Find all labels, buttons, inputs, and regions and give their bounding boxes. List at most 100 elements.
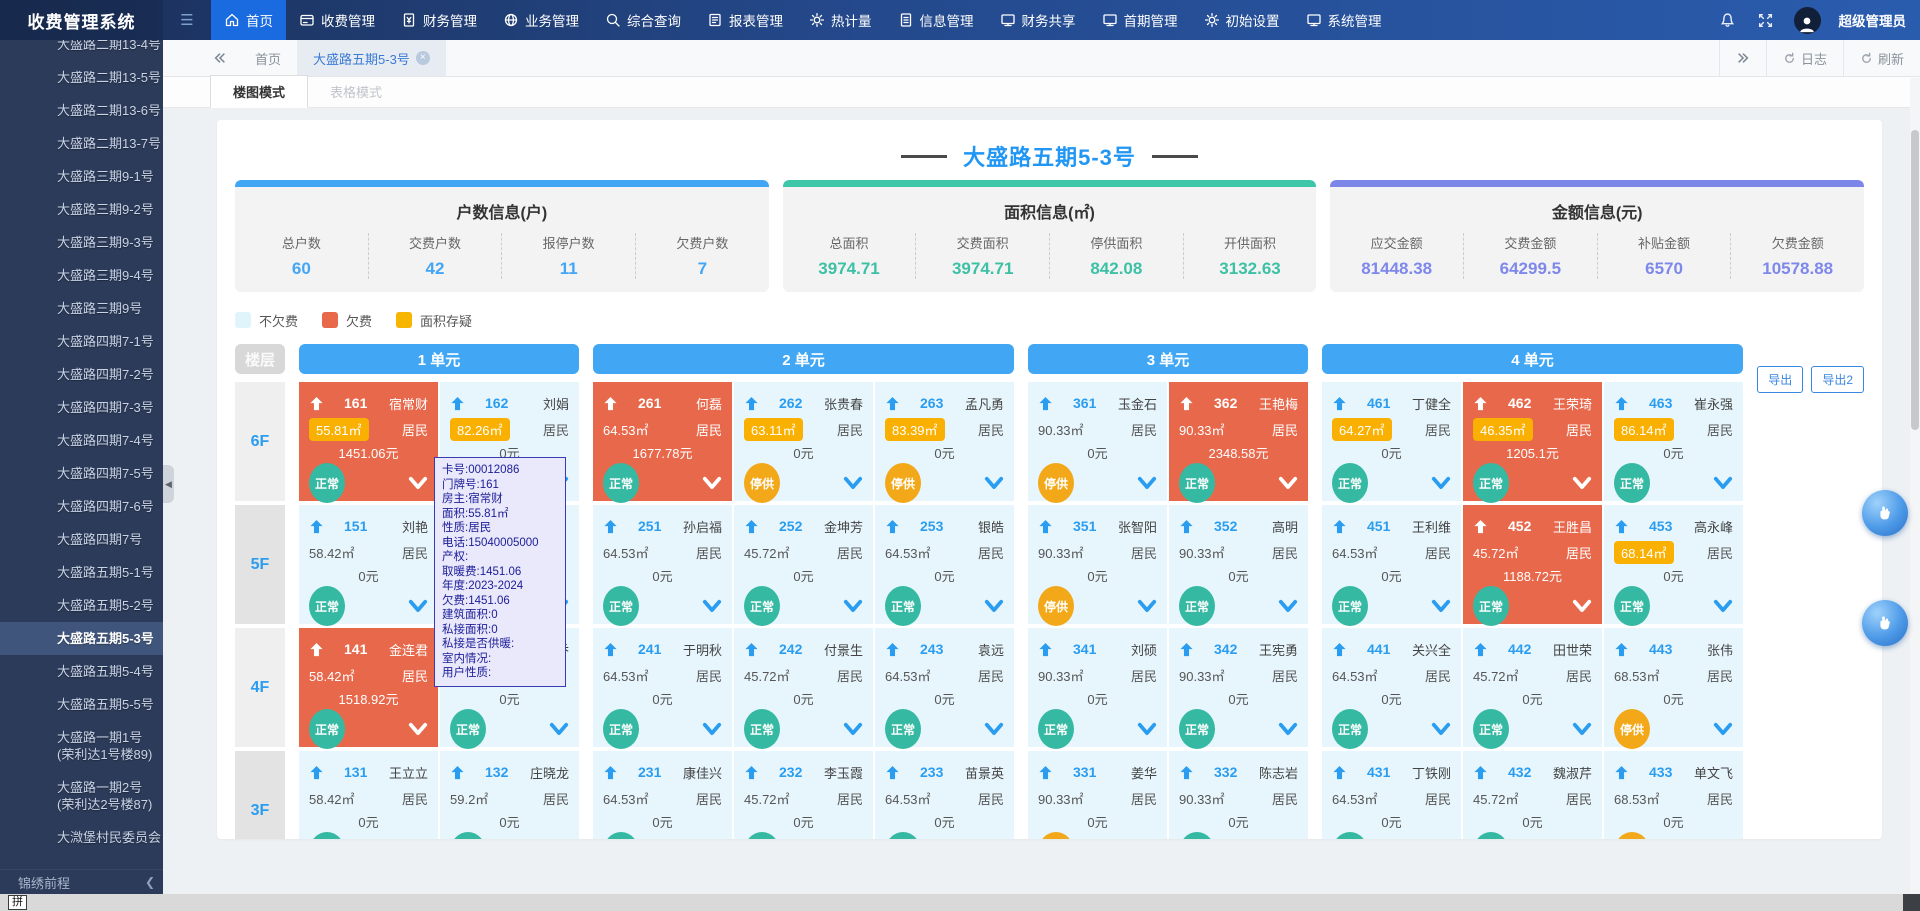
nav-item-1[interactable]: 首页 bbox=[211, 0, 286, 40]
unit-cell-463[interactable]: 463崔永强86.14㎡居民0元正常 bbox=[1604, 382, 1743, 501]
nav-item-9[interactable]: 财务共享 bbox=[987, 0, 1089, 40]
chevron-down-icon[interactable] bbox=[1137, 476, 1157, 492]
nav-item-12[interactable]: 系统管理 bbox=[1293, 0, 1395, 40]
chevron-down-icon[interactable] bbox=[408, 476, 428, 492]
sidebar-item-18[interactable]: 大盛路五期5-2号 bbox=[0, 589, 163, 622]
unit-cell-141[interactable]: 141金连君58.42㎡居民1518.92元正常 bbox=[299, 628, 438, 747]
sidebar-item-1[interactable]: 大盛路二期13-4号 bbox=[0, 40, 163, 61]
unit-cell-151[interactable]: 151刘艳58.42㎡居民0元正常 bbox=[299, 505, 438, 624]
sidebar-collapse-handle[interactable]: ◀ bbox=[163, 465, 174, 503]
mode-tab-1[interactable]: 楼图模式 bbox=[210, 75, 308, 108]
sidebar-item-3[interactable]: 大盛路二期13-6号 bbox=[0, 94, 163, 127]
unit-cell-441[interactable]: 441关兴全64.53㎡居民0元正常 bbox=[1322, 628, 1461, 747]
sidebar-item-5[interactable]: 大盛路三期9-1号 bbox=[0, 160, 163, 193]
chevron-down-icon[interactable] bbox=[1431, 599, 1451, 615]
chevron-down-icon[interactable] bbox=[1137, 599, 1157, 615]
chevron-down-icon[interactable] bbox=[984, 599, 1004, 615]
unit-cell-232[interactable]: 232李玉霞45.72㎡居民0元正常 bbox=[734, 751, 873, 839]
hamburger-menu-icon[interactable]: ☰ bbox=[163, 0, 211, 40]
unit-cell-452[interactable]: 452王胜昌45.72㎡居民1188.72元正常 bbox=[1463, 505, 1602, 624]
unit-cell-162[interactable]: 162刘娟82.26㎡居民0元 bbox=[440, 382, 579, 501]
unit-cell-462[interactable]: 462王荣琦46.35㎡居民1205.1元正常 bbox=[1463, 382, 1602, 501]
chevron-down-icon[interactable] bbox=[1713, 722, 1733, 738]
unit-cell-242[interactable]: 242付景生45.72㎡居民0元正常 bbox=[734, 628, 873, 747]
sidebar-item-21[interactable]: 大盛路五期5-5号 bbox=[0, 688, 163, 721]
chevron-down-icon[interactable] bbox=[549, 599, 569, 615]
unit-cell-352[interactable]: 352高明90.33㎡居民0元正常 bbox=[1169, 505, 1308, 624]
unit-cell-361[interactable]: 361玉金石90.33㎡居民0元停供 bbox=[1028, 382, 1167, 501]
chevron-down-icon[interactable] bbox=[702, 599, 722, 615]
chevron-down-icon[interactable] bbox=[843, 476, 863, 492]
unit-cell-453[interactable]: 453高永峰68.14㎡居民0元正常 bbox=[1604, 505, 1743, 624]
main-scrollbar-thumb[interactable] bbox=[1911, 130, 1919, 430]
sidebar-item-2[interactable]: 大盛路二期13-5号 bbox=[0, 61, 163, 94]
sidebar-item-10[interactable]: 大盛路四期7-1号 bbox=[0, 325, 163, 358]
chevron-down-icon[interactable] bbox=[1572, 599, 1592, 615]
sidebar-item-7[interactable]: 大盛路三期9-3号 bbox=[0, 226, 163, 259]
sidebar-item-20[interactable]: 大盛路五期5-4号 bbox=[0, 655, 163, 688]
unit-cell-432[interactable]: 432魏淑芹45.72㎡居民0元正常 bbox=[1463, 751, 1602, 839]
unit-cell-252[interactable]: 252金坤芳45.72㎡居民0元正常 bbox=[734, 505, 873, 624]
chevron-down-icon[interactable] bbox=[1431, 476, 1451, 492]
unit-cell-263[interactable]: 263孟凡勇83.39㎡居民0元停供 bbox=[875, 382, 1014, 501]
sidebar-item-17[interactable]: 大盛路五期5-1号 bbox=[0, 556, 163, 589]
unit-cell-362[interactable]: 362王艳梅90.33㎡居民2348.58元正常 bbox=[1169, 382, 1308, 501]
unit-cell-hidden[interactable]: 乔0元正常 bbox=[440, 628, 579, 747]
sidebar-collapse-icon[interactable]: ❮ bbox=[145, 875, 155, 889]
floating-hand-button-2[interactable] bbox=[1862, 600, 1908, 646]
unit-cell-341[interactable]: 341刘硕90.33㎡居民0元正常 bbox=[1028, 628, 1167, 747]
unit-cell-451[interactable]: 451王利维64.53㎡居民0元正常 bbox=[1322, 505, 1461, 624]
nav-item-10[interactable]: 首期管理 bbox=[1089, 0, 1191, 40]
sidebar-item-4[interactable]: 大盛路二期13-7号 bbox=[0, 127, 163, 160]
chevron-down-icon[interactable] bbox=[408, 599, 428, 615]
unit-cell-351[interactable]: 351张智阳90.33㎡居民0元停供 bbox=[1028, 505, 1167, 624]
nav-item-11[interactable]: 初始设置 bbox=[1191, 0, 1293, 40]
sidebar-item-8[interactable]: 大盛路三期9-4号 bbox=[0, 259, 163, 292]
tab-close-icon[interactable]: × bbox=[416, 51, 430, 65]
sidebar-item-23[interactable]: 大盛路一期2号 (荣利达2号楼87) bbox=[0, 771, 163, 821]
unit-cell-342[interactable]: 342王宪勇90.33㎡居民0元正常 bbox=[1169, 628, 1308, 747]
nav-item-5[interactable]: 综合查询 bbox=[592, 0, 694, 40]
sidebar-item-6[interactable]: 大盛路三期9-2号 bbox=[0, 193, 163, 226]
unit-cell-253[interactable]: 253银皓64.53㎡居民0元正常 bbox=[875, 505, 1014, 624]
tabs-scroll-left-icon[interactable] bbox=[201, 40, 239, 76]
nav-item-6[interactable]: 报表管理 bbox=[694, 0, 796, 40]
sidebar-item-12[interactable]: 大盛路四期7-3号 bbox=[0, 391, 163, 424]
unit-cell-233[interactable]: 233苗景英64.53㎡居民0元正常 bbox=[875, 751, 1014, 839]
unit-cell-251[interactable]: 251孙启福64.53㎡居民0元正常 bbox=[593, 505, 732, 624]
unit-cell-332[interactable]: 332陈志岩90.33㎡居民0元正常 bbox=[1169, 751, 1308, 839]
nav-item-7[interactable]: 热计量 bbox=[796, 0, 885, 40]
unit-cell-132[interactable]: 132庄晓龙59.2㎡居民0元正常 bbox=[440, 751, 579, 839]
unit-cell-243[interactable]: 243袁远64.53㎡居民0元正常 bbox=[875, 628, 1014, 747]
chevron-down-icon[interactable] bbox=[408, 722, 428, 738]
unit-cell-262[interactable]: 262张贵春63.11㎡居民0元停供 bbox=[734, 382, 873, 501]
unit-cell-442[interactable]: 442田世荣45.72㎡居民0元正常 bbox=[1463, 628, 1602, 747]
floating-hand-button-1[interactable] bbox=[1862, 490, 1908, 536]
sidebar-item-16[interactable]: 大盛路四期7号 bbox=[0, 523, 163, 556]
tab-action-log[interactable]: 日志 bbox=[1766, 40, 1843, 76]
chevron-down-icon[interactable] bbox=[1278, 722, 1298, 738]
nav-item-3[interactable]: 财务管理 bbox=[388, 0, 490, 40]
page-tab-1[interactable]: 首页 bbox=[239, 40, 297, 76]
chevron-down-icon[interactable] bbox=[1278, 476, 1298, 492]
chevron-down-icon[interactable] bbox=[1137, 722, 1157, 738]
chevron-down-icon[interactable] bbox=[549, 476, 569, 492]
sidebar-item-13[interactable]: 大盛路四期7-4号 bbox=[0, 424, 163, 457]
unit-cell-443[interactable]: 443张伟68.53㎡居民0元停供 bbox=[1604, 628, 1743, 747]
nav-item-8[interactable]: 信息管理 bbox=[885, 0, 987, 40]
tabs-scroll-right-icon[interactable] bbox=[1719, 40, 1766, 76]
chevron-down-icon[interactable] bbox=[549, 722, 569, 738]
unit-cell-131[interactable]: 131王立立58.42㎡居民0元正常 bbox=[299, 751, 438, 839]
sidebar-item-14[interactable]: 大盛路四期7-5号 bbox=[0, 457, 163, 490]
nav-item-4[interactable]: 业务管理 bbox=[490, 0, 592, 40]
user-avatar[interactable] bbox=[1794, 7, 1821, 34]
unit-cell-261[interactable]: 261何磊64.53㎡居民1677.78元正常 bbox=[593, 382, 732, 501]
sidebar-item-11[interactable]: 大盛路四期7-2号 bbox=[0, 358, 163, 391]
unit-cell-241[interactable]: 241于明秋64.53㎡居民0元正常 bbox=[593, 628, 732, 747]
unit-cell-hidden[interactable] bbox=[440, 505, 579, 624]
chevron-down-icon[interactable] bbox=[1572, 476, 1592, 492]
sidebar-item-15[interactable]: 大盛路四期7-6号 bbox=[0, 490, 163, 523]
tab-action-refresh[interactable]: 刷新 bbox=[1843, 40, 1920, 76]
unit-cell-161[interactable]: 161宿常财55.81㎡居民1451.06元正常 bbox=[299, 382, 438, 501]
chevron-down-icon[interactable] bbox=[1431, 722, 1451, 738]
